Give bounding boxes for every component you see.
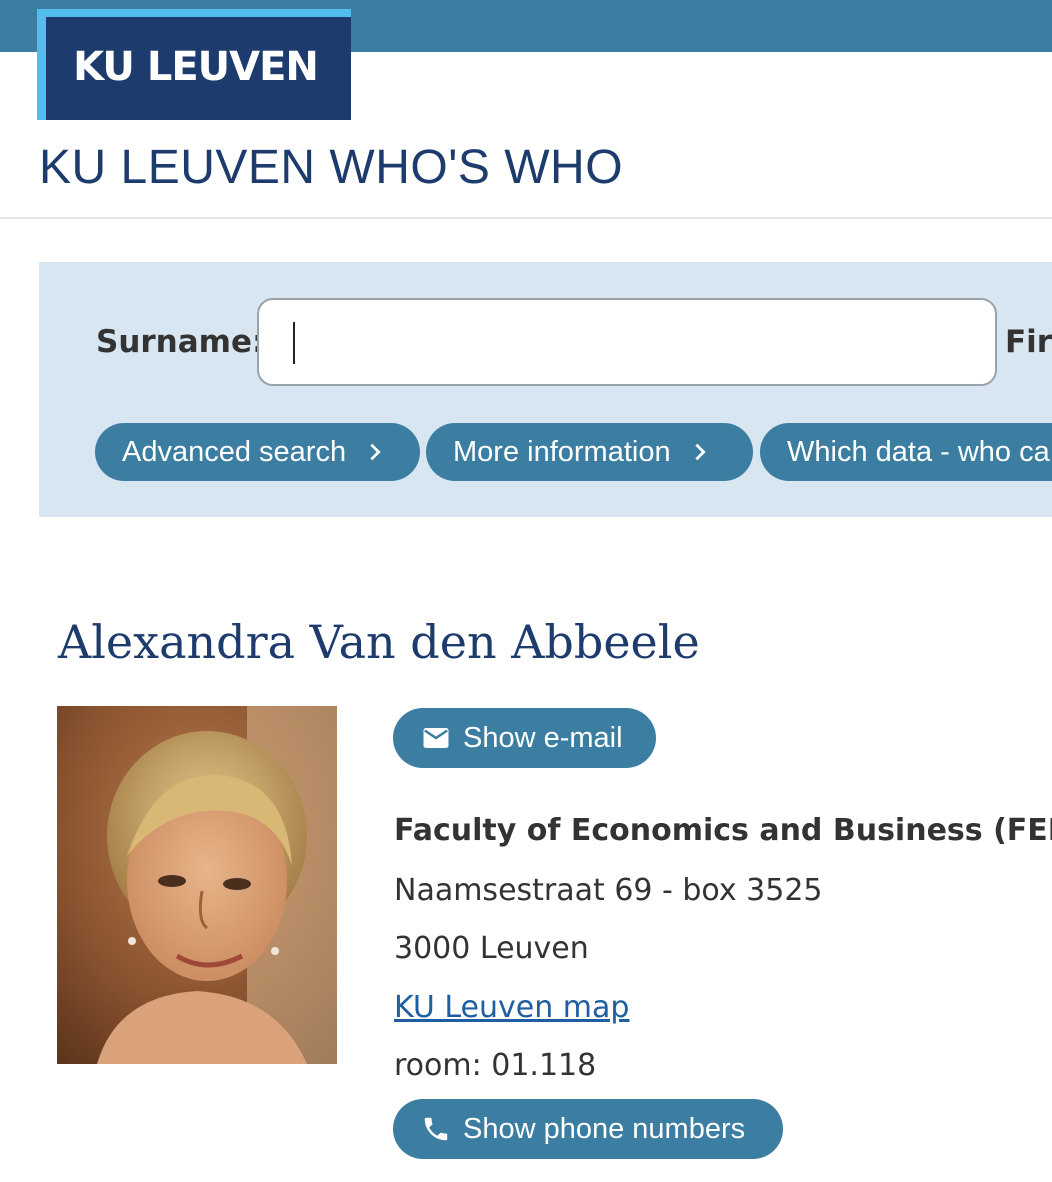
person-name: Alexandra Van den Abbeele xyxy=(58,615,700,669)
room-number: room: 01.118 xyxy=(394,1048,597,1083)
search-panel: Surname: Firs Advanced search More infor… xyxy=(39,262,1052,517)
phone-icon xyxy=(424,1117,448,1141)
mail-icon xyxy=(423,728,449,748)
divider xyxy=(0,217,1052,219)
advanced-search-button[interactable]: Advanced search xyxy=(95,423,420,481)
more-information-button[interactable]: More information xyxy=(426,423,753,481)
site-title[interactable]: KU LEUVEN WHO'S WHO xyxy=(39,140,623,195)
surname-input[interactable] xyxy=(257,298,997,386)
which-data-button[interactable]: Which data - who ca xyxy=(760,423,1052,481)
address-city: 3000 Leuven xyxy=(394,931,589,966)
text-caret xyxy=(293,322,295,364)
more-information-label: More information xyxy=(453,435,671,468)
ku-leuven-logo[interactable]: KU LEUVEN xyxy=(46,17,351,120)
show-email-label: Show e-mail xyxy=(463,721,623,754)
show-phone-label: Show phone numbers xyxy=(463,1112,746,1145)
which-data-label: Which data - who ca xyxy=(787,435,1050,468)
department: Faculty of Economics and Business (FEB) xyxy=(394,813,1052,848)
chevron-right-icon xyxy=(694,443,706,461)
profile-photo xyxy=(57,706,337,1064)
chevron-right-icon xyxy=(370,443,381,461)
firstname-label: Firs xyxy=(1005,324,1052,360)
show-phone-button[interactable]: Show phone numbers xyxy=(393,1099,783,1159)
surname-label: Surname: xyxy=(96,324,265,360)
show-email-button[interactable]: Show e-mail xyxy=(393,708,656,768)
address-street: Naamsestraat 69 - box 3525 xyxy=(394,873,823,908)
logo-text: KU LEUVEN xyxy=(73,43,319,90)
advanced-search-label: Advanced search xyxy=(122,435,347,468)
map-link[interactable]: KU Leuven map xyxy=(394,990,629,1025)
